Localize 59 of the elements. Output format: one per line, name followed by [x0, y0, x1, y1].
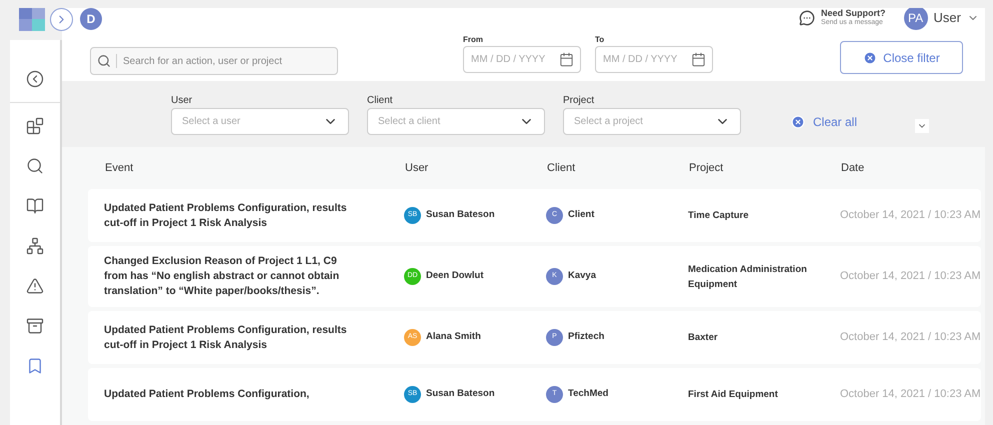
filter-select[interactable]: Select a project: [563, 108, 741, 135]
date-text: October 14, 2021 / 10:23 AM: [840, 330, 981, 346]
date-text: October 14, 2021 / 10:23 AM: [840, 269, 981, 284]
date-label: To: [595, 34, 606, 46]
search-icon: [97, 54, 111, 68]
column-header: Date: [841, 160, 866, 176]
search-field[interactable]: Search for an action, user or project: [90, 47, 338, 75]
chat-icon: [799, 10, 816, 26]
event-text: Changed Exclusion Reason of Project 1 L1, C9 from has “No english abstract or cannot obtain translation” to “White paper/books/thesis”.: [104, 254, 340, 299]
client-name: Pfiztech: [568, 330, 604, 344]
date-field[interactable]: MM / DD / YYYY: [595, 46, 713, 73]
project-name: First Aid Equipment: [688, 388, 779, 402]
blocks-icon: [26, 117, 44, 135]
user-avatar: PA: [904, 8, 928, 30]
clear-all-button[interactable]: Clear all: [791, 112, 858, 131]
filter-label: Project: [563, 94, 596, 108]
clear-icon: [791, 114, 805, 129]
logo-icon: [19, 8, 45, 31]
column-header: Project: [689, 160, 724, 176]
network-icon: [26, 237, 44, 255]
project-name: Time Capture: [688, 209, 750, 223]
book-icon: [26, 197, 44, 215]
column-header: Client: [547, 160, 576, 176]
user-name: Alana Smith: [426, 330, 481, 344]
user-name[interactable]: User: [934, 8, 961, 28]
bookmark-icon: [26, 357, 44, 375]
project-name: Baxter: [688, 331, 719, 345]
column-header: Event: [105, 160, 134, 176]
user-name: Susan Bateson: [426, 208, 495, 222]
filter-select[interactable]: Select a user: [171, 108, 349, 135]
event-text: Updated Patient Problems Configuration, results cut-off in Project 1 Risk Analysis: [104, 322, 348, 352]
user-name: Deen Dowlut: [426, 269, 484, 284]
warning-icon: [26, 277, 44, 295]
expand-toggle[interactable]: [50, 8, 73, 31]
cabinet-icon: [26, 317, 44, 335]
collapse-button[interactable]: [915, 118, 930, 133]
support-title: Need Support?: [821, 9, 886, 18]
column-header: User: [405, 160, 430, 176]
date-field[interactable]: MM / DD / YYYY: [463, 46, 581, 73]
calendar-icon: [559, 52, 574, 67]
back-icon: [26, 70, 44, 88]
client-name: TechMed: [568, 387, 608, 402]
calendar-icon: [691, 52, 706, 67]
search-icon: [26, 157, 44, 175]
client-name: Client: [568, 208, 594, 222]
client-name: Kavya: [568, 269, 596, 284]
filter-label: Client: [367, 94, 394, 108]
user-name: Susan Bateson: [426, 387, 495, 402]
date-text: October 14, 2021 / 10:23 AM: [840, 208, 981, 224]
date-text: October 14, 2021 / 10:23 AM: [840, 387, 981, 402]
filter-select[interactable]: Select a client: [367, 108, 545, 135]
project-name: Medication Administration Equipment: [688, 262, 808, 292]
date-label: From: [463, 34, 484, 46]
filter-label: User: [171, 94, 194, 108]
event-text: Updated Patient Problems Configuration, results cut-off in Project 1 Risk Analysis: [104, 200, 348, 230]
close-filter-button[interactable]: Close filter: [840, 41, 963, 74]
close-icon: [863, 50, 878, 64]
workspace-avatar: D: [80, 8, 102, 30]
event-text: Updated Patient Problems Configuration,: [104, 387, 310, 402]
